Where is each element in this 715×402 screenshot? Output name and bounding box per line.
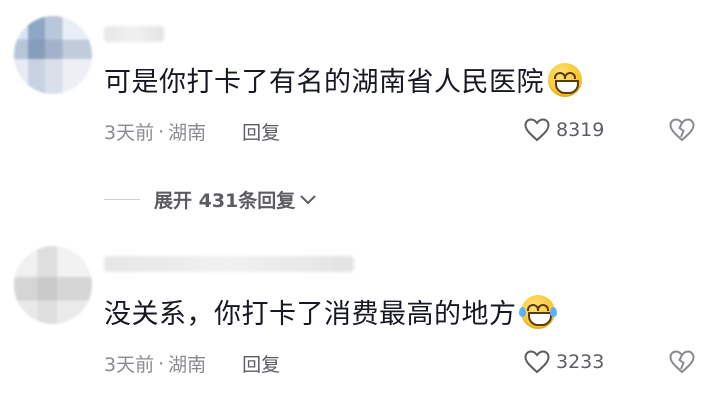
comment-location: 湖南 xyxy=(168,354,207,376)
avatar[interactable] xyxy=(14,246,92,324)
laughing-tears-emoji-icon xyxy=(518,294,557,329)
broken-heart-icon xyxy=(669,350,695,374)
like-button[interactable]: 8319 xyxy=(524,118,604,142)
reply-button[interactable]: 回复 xyxy=(242,350,280,377)
dislike-button[interactable] xyxy=(668,350,696,378)
comment-item: 可是你打卡了有名的湖南省人民医院 3天前 · 湖南 回复 8319 xyxy=(0,0,715,170)
heart-icon xyxy=(524,350,550,374)
grinning-emoji-icon xyxy=(548,62,582,97)
comment-text: 可是你打卡了有名的湖南省人民医院 xyxy=(104,60,582,99)
comment-time: 3天前 xyxy=(104,354,155,376)
like-button[interactable]: 3233 xyxy=(524,350,604,374)
reply-button[interactable]: 回复 xyxy=(242,118,280,145)
username-blurred[interactable] xyxy=(104,256,354,272)
avatar[interactable] xyxy=(14,16,92,94)
comment-location: 湖南 xyxy=(168,122,207,144)
comment-time: 3天前 xyxy=(104,122,155,144)
chevron-down-icon xyxy=(300,194,316,204)
dislike-button[interactable] xyxy=(668,118,696,146)
comment-item: 没关系，你打卡了消费最高的地方 3天前 · 湖南 回复 3233 xyxy=(0,232,715,402)
username-blurred[interactable] xyxy=(104,26,164,42)
expand-replies-label: 展开 431条回复 xyxy=(154,190,296,212)
meta-separator: · xyxy=(158,120,165,143)
broken-heart-icon xyxy=(669,118,695,142)
meta-separator: · xyxy=(158,352,165,375)
expand-replies-button[interactable]: 展开 431条回复 xyxy=(104,186,317,213)
comment-body: 可是你打卡了有名的湖南省人民医院 xyxy=(104,67,544,98)
like-count: 3233 xyxy=(556,351,605,373)
comment-meta: 3天前 · 湖南 回复 xyxy=(104,350,280,377)
divider-line xyxy=(104,198,140,201)
comment-body: 没关系，你打卡了消费最高的地方 xyxy=(104,299,517,330)
heart-icon xyxy=(524,118,550,142)
like-count: 8319 xyxy=(556,119,605,141)
comment-text: 没关系，你打卡了消费最高的地方 xyxy=(104,292,557,331)
comment-meta: 3天前 · 湖南 回复 xyxy=(104,118,280,145)
